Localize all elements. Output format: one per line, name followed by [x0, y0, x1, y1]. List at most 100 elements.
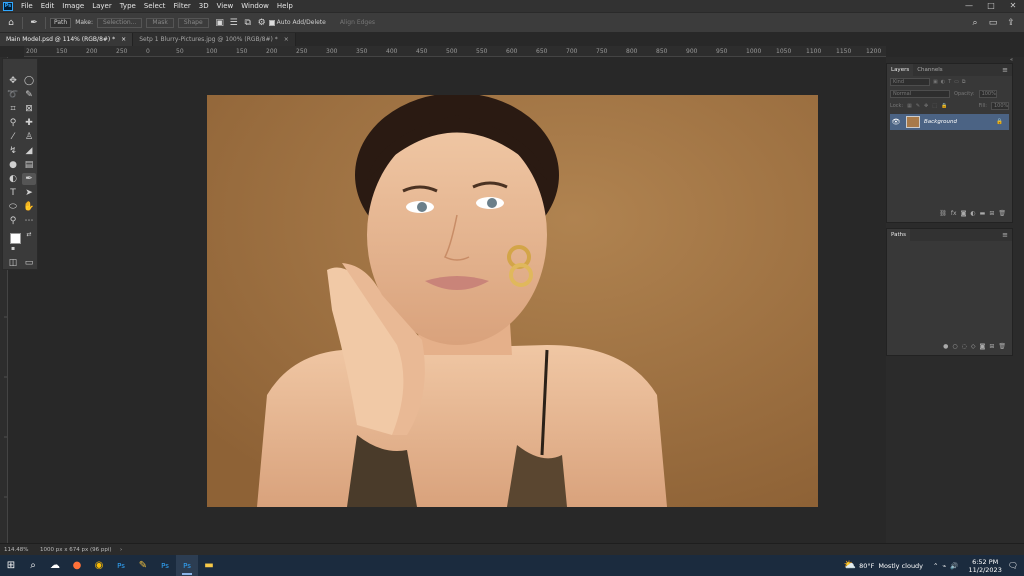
lock-artboard-icon[interactable]: ⬚ — [932, 103, 937, 109]
weather-icon[interactable]: ⛅ — [844, 560, 856, 571]
type-tool-icon[interactable]: T — [6, 187, 20, 199]
hand-tool-icon[interactable]: ✋ — [22, 201, 36, 213]
healing-tool-icon[interactable]: ✚ — [22, 117, 36, 129]
load-selection-icon[interactable]: ◌ — [962, 343, 967, 353]
add-mask-icon[interactable]: ◙ — [980, 343, 986, 353]
menu-image[interactable]: Image — [58, 2, 88, 10]
swap-colors-icon[interactable]: ⇄ — [22, 229, 36, 241]
gear-icon[interactable]: ⚙ — [255, 17, 269, 29]
menu-layer[interactable]: Layer — [88, 2, 116, 10]
tab-main-model[interactable]: Main Model.psd @ 114% (RGB/8#) * × — [0, 33, 134, 46]
path-arrangement-icon[interactable]: ⧉ — [241, 17, 255, 29]
eyedropper-tool-icon[interactable]: ⚲ — [6, 117, 20, 129]
collapse-panels-icon[interactable]: « — [995, 57, 1013, 63]
stamp-tool-icon[interactable]: ♙ — [22, 131, 36, 143]
default-colors-icon[interactable]: ▪ — [6, 243, 20, 255]
lock-image-icon[interactable]: ✎ — [916, 103, 920, 109]
move-tool-icon[interactable]: ✥ — [6, 75, 20, 87]
stroke-path-icon[interactable]: ○ — [952, 343, 957, 353]
filter-shape-icon[interactable]: ▭ — [954, 79, 959, 85]
trash-icon[interactable]: 🗑 — [998, 210, 1006, 220]
close-window-button[interactable]: ✕ — [1002, 0, 1024, 12]
layer-row-background[interactable]: 👁 Background 🔒 — [890, 114, 1009, 130]
layer-filter-kind-input[interactable]: Kind — [890, 78, 930, 86]
windows-start-icon[interactable]: ⊞ — [0, 555, 22, 576]
menu-edit[interactable]: Edit — [37, 2, 59, 10]
link-layers-icon[interactable]: ⛓ — [939, 210, 947, 220]
filter-pixel-icon[interactable]: ▣ — [933, 79, 938, 85]
filter-smart-icon[interactable]: ⧉ — [962, 79, 966, 85]
weather-temp[interactable]: 80°F — [859, 562, 874, 570]
crop-tool-icon[interactable]: ⌗ — [6, 103, 20, 115]
menu-3d[interactable]: 3D — [195, 2, 213, 10]
lasso-tool-icon[interactable]: ➰ — [6, 89, 20, 101]
home-icon[interactable]: ⌂ — [4, 17, 18, 29]
gradient-tool-icon[interactable]: ▤ — [22, 159, 36, 171]
zoom-level[interactable]: 114.48% — [4, 547, 40, 553]
lock-transparent-icon[interactable]: ▦ — [907, 103, 912, 109]
visibility-eye-icon[interactable]: 👁 — [890, 118, 902, 126]
menu-file[interactable]: File — [17, 2, 37, 10]
firefox-icon[interactable]: ● — [66, 555, 88, 576]
make-mask-button[interactable]: Mask — [146, 17, 174, 28]
align-edges-label[interactable]: Align Edges — [340, 19, 375, 26]
fill-path-icon[interactable]: ● — [943, 343, 948, 353]
auto-add-delete-checkbox[interactable] — [268, 19, 275, 26]
close-icon[interactable]: × — [284, 33, 289, 46]
blur-tool-icon[interactable]: ● — [6, 159, 20, 171]
panel-menu-icon[interactable]: ≡ — [1002, 64, 1012, 76]
make-work-path-icon[interactable]: ◇ — [971, 343, 976, 353]
quick-select-tool-icon[interactable]: ✎ — [22, 89, 36, 101]
menu-window[interactable]: Window — [237, 2, 273, 10]
notification-icon[interactable]: 🗨 — [1008, 561, 1018, 570]
make-selection-button[interactable]: Selection... — [97, 17, 143, 28]
status-menu-arrow[interactable]: › — [120, 547, 122, 553]
quick-mask-icon[interactable]: ◫ — [6, 257, 20, 269]
search-icon[interactable]: ⌕ — [968, 17, 982, 29]
photoshop-taskbar-icon-2[interactable]: Ps — [154, 555, 176, 576]
menu-view[interactable]: View — [213, 2, 238, 10]
weather-app-icon[interactable]: ☁ — [44, 555, 66, 576]
trash-icon[interactable]: 🗑 — [998, 343, 1006, 353]
network-icon[interactable]: ⌁ — [942, 562, 946, 570]
pen-app-icon[interactable]: ✎ — [132, 555, 154, 576]
photoshop-taskbar-icon[interactable]: Ps — [110, 555, 132, 576]
eraser-tool-icon[interactable]: ◢ — [22, 145, 36, 157]
pen-tool-preset-icon[interactable]: ✒ — [27, 17, 41, 29]
path-select-tool-icon[interactable]: ➤ — [22, 187, 36, 199]
chrome-icon[interactable]: ◉ — [88, 555, 110, 576]
speaker-icon[interactable]: 🔊 — [950, 562, 958, 570]
menu-type[interactable]: Type — [116, 2, 140, 10]
pen-tool-icon[interactable]: ✒ — [22, 173, 36, 185]
history-brush-tool-icon[interactable]: ↯ — [6, 145, 20, 157]
menu-help[interactable]: Help — [273, 2, 297, 10]
tab-blurry-pictures[interactable]: Setp 1 Blurry-Pictures.jpg @ 100% (RGB/8… — [133, 33, 296, 46]
path-alignment-icon[interactable]: ☰ — [227, 17, 241, 29]
menu-filter[interactable]: Filter — [169, 2, 194, 10]
panel-menu-icon[interactable]: ≡ — [1002, 229, 1012, 241]
zoom-tool-icon[interactable]: ⚲ — [6, 215, 20, 227]
photoshop-taskbar-icon-active[interactable]: Ps — [176, 555, 198, 576]
new-layer-icon[interactable]: ⊞ — [989, 210, 994, 220]
fill-input[interactable]: 100% — [991, 102, 1009, 110]
blend-mode-select[interactable]: Normal — [890, 90, 950, 98]
photoshop-logo-icon[interactable]: Ps — [3, 1, 13, 11]
share-icon[interactable]: ⇪ — [1004, 17, 1018, 29]
screen-mode-icon[interactable]: ▭ — [22, 257, 36, 269]
ellipse-tool-icon[interactable]: ⬭ — [6, 201, 20, 213]
search-icon[interactable]: ⌕ — [22, 555, 44, 576]
workspace-icon[interactable]: ▭ — [986, 17, 1000, 29]
maximize-button[interactable]: □ — [980, 0, 1002, 12]
filter-adjust-icon[interactable]: ◐ — [941, 79, 945, 85]
tab-paths[interactable]: Paths — [887, 229, 910, 241]
opacity-input[interactable]: 100% — [978, 90, 997, 98]
chevron-up-icon[interactable]: ⌃ — [933, 562, 938, 570]
pen-mode-select[interactable]: Path — [50, 17, 72, 28]
weather-text[interactable]: Mostly cloudy — [878, 562, 923, 570]
marquee-tool-icon[interactable]: ◯ — [22, 75, 36, 87]
document-image[interactable] — [207, 95, 818, 507]
tab-layers[interactable]: Layers — [887, 64, 914, 76]
file-explorer-icon[interactable]: ▬ — [198, 555, 220, 576]
menu-select[interactable]: Select — [140, 2, 170, 10]
adjustment-layer-icon[interactable]: ◐ — [970, 210, 975, 220]
